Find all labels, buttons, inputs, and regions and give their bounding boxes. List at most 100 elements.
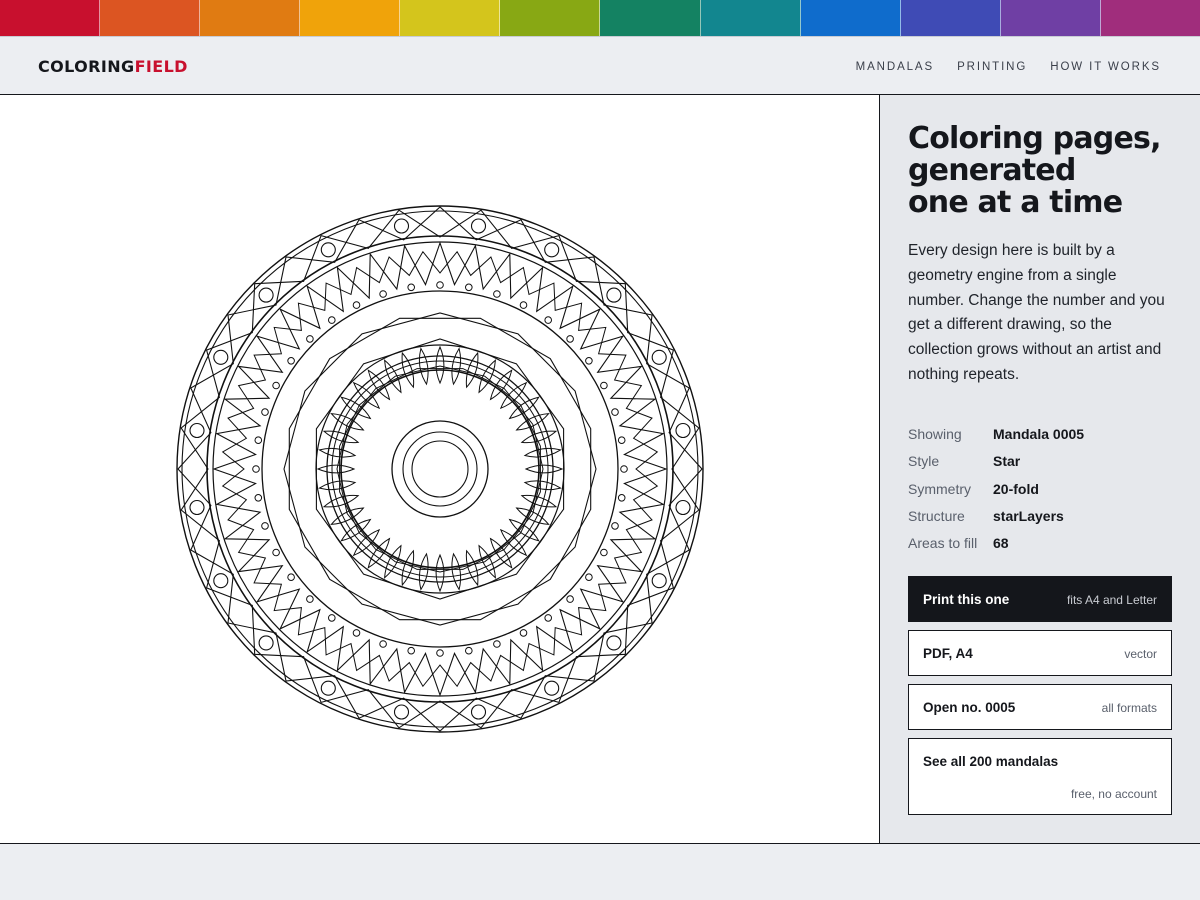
- detail-label: Showing: [908, 426, 962, 442]
- mandala-ring: [391, 420, 489, 518]
- mandala-dot: [254, 494, 263, 502]
- mandala-ring: [326, 355, 554, 583]
- brand-logo-part2: FIELD: [134, 57, 188, 76]
- mandala-dot: [306, 335, 314, 343]
- mandala-petal: [318, 447, 357, 458]
- mandala-dot: [254, 436, 263, 445]
- mandala-dot: [407, 283, 416, 292]
- detail-value: Mandala 0005: [993, 426, 1085, 442]
- mandala-ring: [340, 369, 540, 569]
- mandala-drawing: [176, 205, 704, 733]
- stripe-segment: [300, 0, 401, 36]
- mandala-dot: [675, 499, 691, 516]
- detail-row-style: Style Star: [908, 453, 1172, 480]
- mandala-petal: [524, 464, 564, 474]
- mandala-petal: [318, 480, 357, 491]
- mandala-petal: [523, 480, 562, 491]
- open-button-label: Open no. 0005: [923, 700, 1016, 715]
- detail-value: Star: [993, 453, 1021, 470]
- detail-label: Structure: [908, 507, 965, 524]
- color-stripe: [0, 0, 1200, 36]
- stripe-segment: [100, 0, 201, 36]
- mandala-ring: [176, 205, 704, 733]
- site-header: COLORINGFIELD MANDALAS PRINTING HOW IT W…: [0, 36, 1200, 95]
- stripe-segment: [800, 0, 901, 36]
- page-title-line: generated: [908, 153, 1076, 188]
- mandala-dot: [213, 349, 229, 365]
- detail-value: starLayers: [993, 507, 1064, 524]
- mandala-dot: [352, 629, 361, 637]
- footer-band: [0, 843, 1200, 900]
- mandala-dot: [651, 573, 667, 589]
- page-title-line: one at a time: [908, 185, 1123, 220]
- stripe-segment: [500, 0, 601, 36]
- open-mandala-button[interactable]: Open no. 0005 all formats: [908, 684, 1172, 730]
- mandala-dot: [544, 316, 553, 324]
- pdf-download-button[interactable]: PDF, A4 vector: [908, 630, 1172, 676]
- mandala-dot: [585, 357, 593, 365]
- page-title: Coloring pages, generated one at a time: [908, 123, 1188, 219]
- mandala-dot: [258, 635, 274, 651]
- mandala-petal: [478, 544, 496, 579]
- detail-value: 68: [993, 535, 1009, 552]
- mandala-dot: [320, 242, 336, 258]
- mandala-dot: [470, 218, 487, 234]
- mandala-petal: [515, 413, 550, 431]
- see-all-mandalas-button[interactable]: See all 200 mandalas free, no account: [908, 738, 1172, 815]
- mandala-petal: [515, 507, 550, 525]
- mandala-dot: [352, 301, 361, 309]
- mandala-dot: [617, 436, 626, 445]
- mandala-dot: [393, 704, 410, 720]
- detail-value: 20-fold: [993, 480, 1039, 497]
- mandala-dot: [436, 281, 444, 289]
- mandala-dot: [519, 629, 528, 637]
- mandala-dot: [320, 680, 336, 696]
- mandala-polygon: [288, 317, 592, 621]
- print-button[interactable]: Print this one fits A4 and Letter: [908, 576, 1172, 622]
- mandala-dot: [261, 408, 269, 416]
- mandala-petal: [418, 552, 429, 591]
- main-nav: MANDALAS PRINTING HOW IT WORKS: [856, 61, 1161, 73]
- detail-row-symmetry: Symmetry 20-fold: [908, 481, 1172, 508]
- open-button-note: all formats: [1101, 701, 1157, 715]
- mandala-polygon: [339, 365, 541, 573]
- detail-row-structure: Structure starLayers: [908, 508, 1172, 535]
- mandala-dot: [566, 335, 574, 343]
- mandala-petal: [465, 549, 479, 587]
- nav-link-how-it-works[interactable]: HOW IT WORKS: [1050, 61, 1161, 73]
- mandala-dot: [651, 349, 667, 365]
- mandala-petal: [520, 430, 558, 444]
- mandala-dot: [606, 635, 622, 651]
- mandala-petal: [316, 464, 356, 474]
- stripe-segment: [1000, 0, 1101, 36]
- see-all-button-note: free, no account: [1070, 787, 1157, 801]
- mandala-star: [221, 250, 659, 688]
- mandala-dot: [261, 522, 269, 530]
- mandala-dot: [611, 408, 619, 416]
- brand-logo[interactable]: COLORINGFIELD: [38, 57, 188, 76]
- mandala-dot: [519, 301, 528, 309]
- mandala-dot: [620, 465, 628, 473]
- mandala-dot: [393, 218, 410, 234]
- mandala-petal: [451, 552, 462, 591]
- mandala-dot: [617, 494, 626, 502]
- pdf-button-note: vector: [1124, 647, 1157, 661]
- mandala-dot: [287, 573, 295, 582]
- see-all-button-label: See all 200 mandalas: [923, 754, 1059, 769]
- detail-label: Symmetry: [908, 480, 971, 497]
- mandala-dot: [258, 287, 274, 303]
- stripe-segment: [700, 0, 801, 36]
- mandala-petal: [401, 351, 415, 389]
- nav-link-printing[interactable]: PRINTING: [957, 61, 1027, 73]
- mandala-dot: [585, 573, 593, 582]
- mandala-petal: [520, 494, 558, 508]
- print-button-label: Print this one: [923, 592, 1010, 607]
- print-button-note: fits A4 and Letter: [1066, 593, 1157, 607]
- mandala-dot: [287, 357, 295, 365]
- stripe-segment: [200, 0, 301, 36]
- detail-label: Areas to fill: [908, 535, 978, 552]
- mandala-petal: [322, 430, 360, 444]
- nav-link-mandalas[interactable]: MANDALAS: [856, 61, 934, 73]
- pdf-button-label: PDF, A4: [923, 646, 973, 661]
- mandala-dot: [544, 242, 560, 258]
